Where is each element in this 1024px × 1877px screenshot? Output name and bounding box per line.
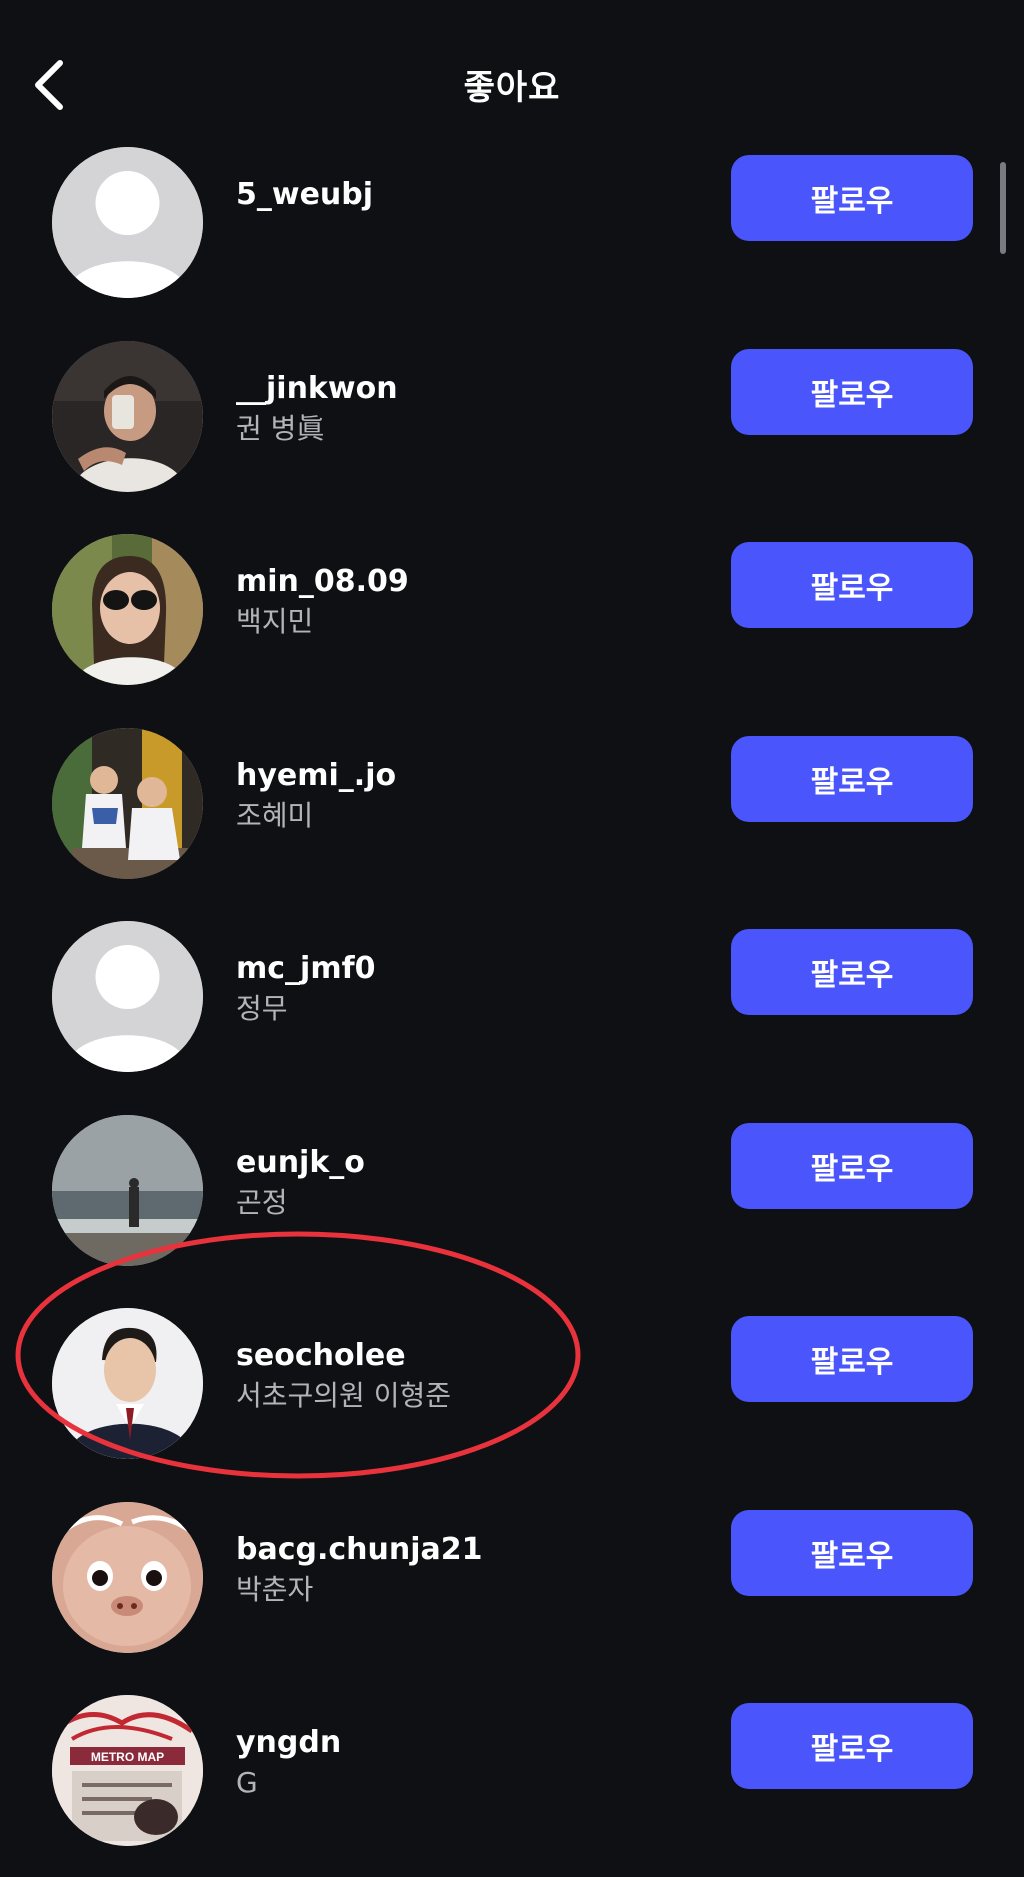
full-name: 곤정	[236, 1185, 288, 1219]
full-name: 조혜미	[236, 798, 314, 832]
list-item[interactable]: __jinkwon 권 병眞 팔로우	[0, 329, 1024, 523]
avatar[interactable]	[52, 1501, 203, 1653]
username[interactable]: bacg.chunja21	[236, 1530, 483, 1570]
follow-button[interactable]: 팔로우	[731, 348, 973, 435]
username[interactable]: eunjk_o	[236, 1143, 365, 1183]
list-item[interactable]: eunjk_o 곤정 팔로우	[0, 1103, 1024, 1297]
full-name: G	[236, 1766, 258, 1799]
follow-button[interactable]: 팔로우	[731, 1316, 973, 1402]
follow-button[interactable]: 팔로우	[731, 735, 973, 822]
list-item[interactable]: hyemi_.jo 조혜미 팔로우	[0, 716, 1024, 910]
username[interactable]: yngdn	[236, 1723, 341, 1763]
follow-button[interactable]: 팔로우	[731, 1509, 973, 1596]
follow-button[interactable]: 팔로우	[731, 1703, 973, 1789]
likes-list: 5_weubj 팔로우 __jinkwon 권 병眞 팔로우 min_08.09…	[0, 135, 1024, 1877]
avatar[interactable]: METRO MAP	[52, 1695, 203, 1846]
follow-button[interactable]: 팔로우	[731, 155, 973, 241]
page-title: 좋아요	[463, 68, 561, 108]
list-item[interactable]: METRO MAP yngdn G 팔로우	[0, 1683, 1024, 1877]
username[interactable]: seocholee	[236, 1336, 451, 1376]
list-item[interactable]: seocholee 서초구의원 이형준 팔로우	[0, 1296, 1024, 1490]
username[interactable]: __jinkwon	[236, 369, 398, 409]
follow-button[interactable]: 팔로우	[731, 542, 973, 628]
avatar[interactable]	[52, 147, 203, 298]
scrollbar[interactable]	[1000, 162, 1006, 254]
follow-button[interactable]: 팔로우	[731, 929, 973, 1015]
avatar[interactable]	[52, 1308, 203, 1459]
full-name: 정무	[236, 992, 288, 1025]
avatar[interactable]	[52, 534, 203, 685]
username[interactable]: 5_weubj	[236, 175, 373, 215]
full-name: 서초구의원 이형준	[236, 1379, 451, 1412]
avatar[interactable]	[52, 340, 203, 492]
full-name: 권 병眞	[236, 411, 325, 445]
list-item[interactable]: min_08.09 백지민 팔로우	[0, 522, 1024, 716]
list-item[interactable]: 5_weubj 팔로우	[0, 135, 1024, 329]
avatar-text: METRO MAP	[91, 1750, 164, 1764]
username[interactable]: mc_jmf0	[236, 949, 376, 989]
avatar[interactable]	[52, 1114, 203, 1266]
username[interactable]: hyemi_.jo	[236, 756, 396, 796]
follow-button[interactable]: 팔로우	[731, 1122, 973, 1209]
full-name: 백지민	[236, 605, 314, 638]
avatar[interactable]	[52, 727, 203, 879]
header: 좋아요	[0, 0, 1024, 150]
username[interactable]: min_08.09	[236, 562, 409, 602]
list-item[interactable]: bacg.chunja21 박춘자 팔로우	[0, 1490, 1024, 1684]
avatar[interactable]	[52, 921, 203, 1072]
list-item[interactable]: mc_jmf0 정무 팔로우	[0, 909, 1024, 1103]
full-name: 박춘자	[236, 1572, 314, 1606]
